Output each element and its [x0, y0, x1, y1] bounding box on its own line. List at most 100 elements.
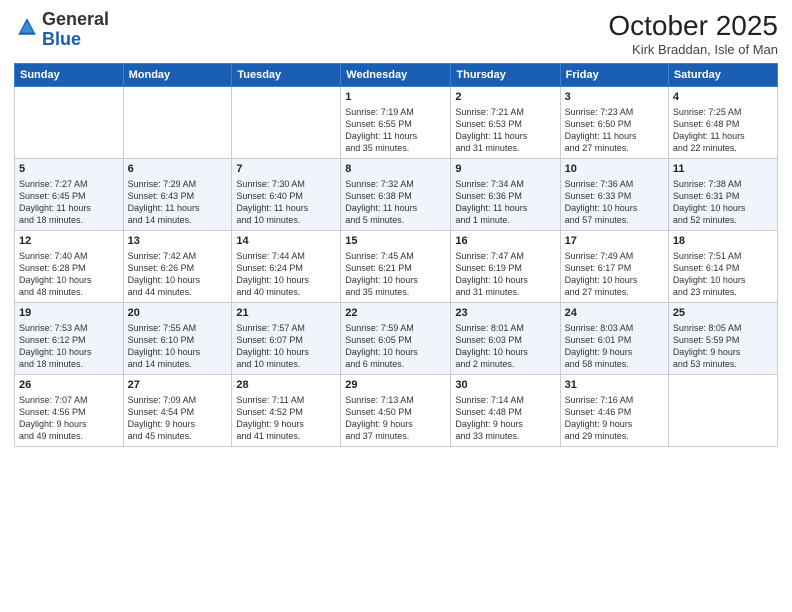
calendar-cell: 7Sunrise: 7:30 AM Sunset: 6:40 PM Daylig… [232, 159, 341, 231]
day-info: Sunrise: 7:57 AM Sunset: 6:07 PM Dayligh… [236, 322, 336, 371]
calendar-cell: 30Sunrise: 7:14 AM Sunset: 4:48 PM Dayli… [451, 375, 560, 447]
day-info: Sunrise: 7:21 AM Sunset: 6:53 PM Dayligh… [455, 106, 555, 155]
day-info: Sunrise: 7:27 AM Sunset: 6:45 PM Dayligh… [19, 178, 119, 227]
calendar-cell: 19Sunrise: 7:53 AM Sunset: 6:12 PM Dayli… [15, 303, 124, 375]
calendar-cell [123, 87, 232, 159]
day-info: Sunrise: 7:14 AM Sunset: 4:48 PM Dayligh… [455, 394, 555, 443]
calendar-cell: 27Sunrise: 7:09 AM Sunset: 4:54 PM Dayli… [123, 375, 232, 447]
logo-blue-text: Blue [42, 29, 81, 49]
day-info: Sunrise: 7:38 AM Sunset: 6:31 PM Dayligh… [673, 178, 773, 227]
day-number: 9 [455, 162, 555, 177]
day-info: Sunrise: 7:44 AM Sunset: 6:24 PM Dayligh… [236, 250, 336, 299]
day-number: 12 [19, 234, 119, 249]
calendar-header-thursday: Thursday [451, 64, 560, 87]
day-info: Sunrise: 7:49 AM Sunset: 6:17 PM Dayligh… [565, 250, 664, 299]
calendar-cell: 6Sunrise: 7:29 AM Sunset: 6:43 PM Daylig… [123, 159, 232, 231]
day-info: Sunrise: 7:53 AM Sunset: 6:12 PM Dayligh… [19, 322, 119, 371]
day-number: 17 [565, 234, 664, 249]
calendar-cell [15, 87, 124, 159]
calendar-cell: 13Sunrise: 7:42 AM Sunset: 6:26 PM Dayli… [123, 231, 232, 303]
day-number: 3 [565, 90, 664, 105]
day-number: 11 [673, 162, 773, 177]
calendar-cell: 5Sunrise: 7:27 AM Sunset: 6:45 PM Daylig… [15, 159, 124, 231]
calendar-header-tuesday: Tuesday [232, 64, 341, 87]
calendar-cell: 31Sunrise: 7:16 AM Sunset: 4:46 PM Dayli… [560, 375, 668, 447]
day-number: 16 [455, 234, 555, 249]
calendar-header-saturday: Saturday [668, 64, 777, 87]
main-title: October 2025 [608, 10, 778, 42]
day-number: 26 [19, 378, 119, 393]
day-number: 22 [345, 306, 446, 321]
day-info: Sunrise: 7:42 AM Sunset: 6:26 PM Dayligh… [128, 250, 228, 299]
day-info: Sunrise: 7:51 AM Sunset: 6:14 PM Dayligh… [673, 250, 773, 299]
calendar-cell: 21Sunrise: 7:57 AM Sunset: 6:07 PM Dayli… [232, 303, 341, 375]
calendar-row-0: 1Sunrise: 7:19 AM Sunset: 6:55 PM Daylig… [15, 87, 778, 159]
calendar-cell: 24Sunrise: 8:03 AM Sunset: 6:01 PM Dayli… [560, 303, 668, 375]
calendar-header-sunday: Sunday [15, 64, 124, 87]
calendar-cell: 12Sunrise: 7:40 AM Sunset: 6:28 PM Dayli… [15, 231, 124, 303]
calendar-cell: 15Sunrise: 7:45 AM Sunset: 6:21 PM Dayli… [341, 231, 451, 303]
day-info: Sunrise: 7:34 AM Sunset: 6:36 PM Dayligh… [455, 178, 555, 227]
calendar-cell: 10Sunrise: 7:36 AM Sunset: 6:33 PM Dayli… [560, 159, 668, 231]
day-number: 29 [345, 378, 446, 393]
day-info: Sunrise: 7:36 AM Sunset: 6:33 PM Dayligh… [565, 178, 664, 227]
day-number: 1 [345, 90, 446, 105]
calendar-row-3: 19Sunrise: 7:53 AM Sunset: 6:12 PM Dayli… [15, 303, 778, 375]
day-info: Sunrise: 8:03 AM Sunset: 6:01 PM Dayligh… [565, 322, 664, 371]
day-number: 19 [19, 306, 119, 321]
calendar-cell: 25Sunrise: 8:05 AM Sunset: 5:59 PM Dayli… [668, 303, 777, 375]
day-number: 6 [128, 162, 228, 177]
calendar-cell: 1Sunrise: 7:19 AM Sunset: 6:55 PM Daylig… [341, 87, 451, 159]
page: General Blue October 2025 Kirk Braddan, … [0, 0, 792, 612]
calendar-row-2: 12Sunrise: 7:40 AM Sunset: 6:28 PM Dayli… [15, 231, 778, 303]
day-number: 10 [565, 162, 664, 177]
day-number: 4 [673, 90, 773, 105]
calendar-cell: 22Sunrise: 7:59 AM Sunset: 6:05 PM Dayli… [341, 303, 451, 375]
calendar-cell: 8Sunrise: 7:32 AM Sunset: 6:38 PM Daylig… [341, 159, 451, 231]
day-info: Sunrise: 7:32 AM Sunset: 6:38 PM Dayligh… [345, 178, 446, 227]
day-number: 15 [345, 234, 446, 249]
calendar-cell: 29Sunrise: 7:13 AM Sunset: 4:50 PM Dayli… [341, 375, 451, 447]
header: General Blue October 2025 Kirk Braddan, … [14, 10, 778, 57]
day-info: Sunrise: 7:30 AM Sunset: 6:40 PM Dayligh… [236, 178, 336, 227]
day-number: 2 [455, 90, 555, 105]
calendar-header-friday: Friday [560, 64, 668, 87]
day-info: Sunrise: 7:09 AM Sunset: 4:54 PM Dayligh… [128, 394, 228, 443]
calendar-cell: 9Sunrise: 7:34 AM Sunset: 6:36 PM Daylig… [451, 159, 560, 231]
day-number: 28 [236, 378, 336, 393]
calendar-cell: 20Sunrise: 7:55 AM Sunset: 6:10 PM Dayli… [123, 303, 232, 375]
day-info: Sunrise: 7:16 AM Sunset: 4:46 PM Dayligh… [565, 394, 664, 443]
calendar-cell: 3Sunrise: 7:23 AM Sunset: 6:50 PM Daylig… [560, 87, 668, 159]
day-number: 27 [128, 378, 228, 393]
day-number: 5 [19, 162, 119, 177]
calendar-cell: 18Sunrise: 7:51 AM Sunset: 6:14 PM Dayli… [668, 231, 777, 303]
day-number: 20 [128, 306, 228, 321]
day-number: 23 [455, 306, 555, 321]
day-info: Sunrise: 7:07 AM Sunset: 4:56 PM Dayligh… [19, 394, 119, 443]
calendar-header-row: SundayMondayTuesdayWednesdayThursdayFrid… [15, 64, 778, 87]
calendar-cell: 11Sunrise: 7:38 AM Sunset: 6:31 PM Dayli… [668, 159, 777, 231]
day-number: 18 [673, 234, 773, 249]
calendar-cell: 17Sunrise: 7:49 AM Sunset: 6:17 PM Dayli… [560, 231, 668, 303]
day-number: 21 [236, 306, 336, 321]
title-block: October 2025 Kirk Braddan, Isle of Man [608, 10, 778, 57]
calendar-cell: 16Sunrise: 7:47 AM Sunset: 6:19 PM Dayli… [451, 231, 560, 303]
day-info: Sunrise: 7:29 AM Sunset: 6:43 PM Dayligh… [128, 178, 228, 227]
logo-icon [16, 16, 38, 38]
calendar-cell [232, 87, 341, 159]
calendar-cell: 28Sunrise: 7:11 AM Sunset: 4:52 PM Dayli… [232, 375, 341, 447]
logo-general-text: General [42, 9, 109, 29]
day-number: 31 [565, 378, 664, 393]
subtitle: Kirk Braddan, Isle of Man [608, 42, 778, 57]
day-number: 25 [673, 306, 773, 321]
day-info: Sunrise: 8:05 AM Sunset: 5:59 PM Dayligh… [673, 322, 773, 371]
day-number: 7 [236, 162, 336, 177]
day-number: 30 [455, 378, 555, 393]
day-info: Sunrise: 7:59 AM Sunset: 6:05 PM Dayligh… [345, 322, 446, 371]
logo: General Blue [14, 10, 109, 50]
day-info: Sunrise: 7:19 AM Sunset: 6:55 PM Dayligh… [345, 106, 446, 155]
day-info: Sunrise: 8:01 AM Sunset: 6:03 PM Dayligh… [455, 322, 555, 371]
day-info: Sunrise: 7:11 AM Sunset: 4:52 PM Dayligh… [236, 394, 336, 443]
day-info: Sunrise: 7:55 AM Sunset: 6:10 PM Dayligh… [128, 322, 228, 371]
day-info: Sunrise: 7:25 AM Sunset: 6:48 PM Dayligh… [673, 106, 773, 155]
